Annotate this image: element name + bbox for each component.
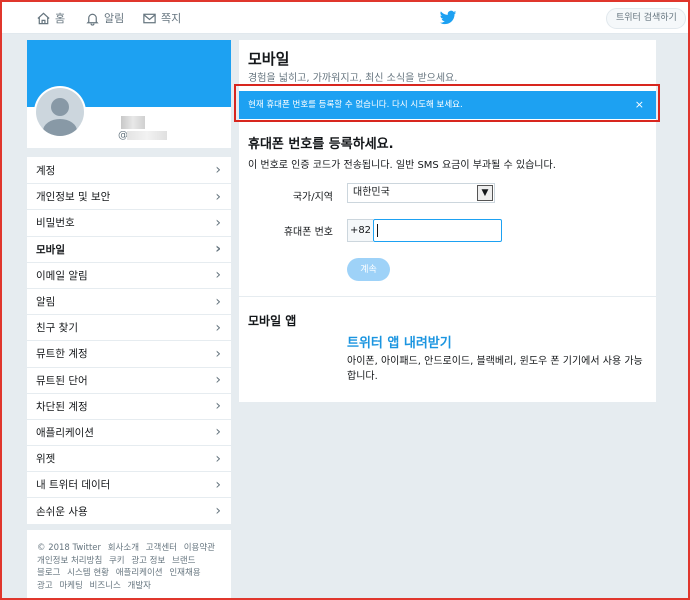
sidebar-item-email-notifications[interactable]: 이메일 알림 ›	[27, 261, 231, 288]
sidebar-item-notifications[interactable]: 알림 ›	[27, 287, 231, 314]
footer-link[interactable]: 시스템 현황	[67, 568, 109, 578]
mobile-settings-panel: 모바일 경험을 넓히고, 가까워지고, 최신 소식을 받으세요. 현재 휴대폰 …	[239, 40, 656, 402]
sidebar-item-label: 모바일	[36, 243, 65, 256]
sidebar-item-password[interactable]: 비밀번호 ›	[27, 209, 231, 235]
nav-home[interactable]: 홈	[36, 9, 65, 27]
home-icon	[37, 12, 50, 24]
sidebar-item-applications[interactable]: 애플리케이션 ›	[27, 418, 231, 445]
nav-messages-label: 쪽지	[161, 12, 182, 25]
top-navigation: 홈 알림 쪽지 트위터 검색하기	[2, 2, 688, 34]
sidebar-item-label: 이메일 알림	[36, 269, 88, 282]
bell-icon	[86, 13, 99, 26]
footer-link[interactable]: 개발자	[128, 581, 151, 591]
sidebar-item-muted-accounts[interactable]: 뮤트한 계정 ›	[27, 340, 231, 366]
twitter-bird-icon[interactable]	[439, 10, 457, 26]
chevron-right-icon: ›	[215, 398, 221, 415]
redacted-display-name	[121, 116, 145, 129]
download-app-link[interactable]: 트위터 앱 내려받기	[347, 332, 452, 351]
chevron-right-icon: ›	[215, 214, 221, 231]
sidebar-item-label: 뮤트된 단어	[36, 374, 88, 387]
chevron-down-icon: ▼	[477, 185, 493, 201]
footer-link[interactable]: 회사소개	[108, 543, 139, 553]
sidebar-item-account[interactable]: 계정 ›	[27, 157, 231, 183]
chevron-right-icon: ›	[215, 319, 221, 336]
chevron-right-icon: ›	[215, 345, 221, 362]
page-subtitle: 경험을 넓히고, 가까워지고, 최신 소식을 받으세요.	[248, 73, 458, 84]
sidebar-item-find-friends[interactable]: 친구 찾기 ›	[27, 314, 231, 340]
alert-message: 현재 휴대폰 번호를 등록할 수 없습니다. 다시 시도해 보세요.	[248, 100, 463, 110]
sidebar-item-label: 내 트위터 데이터	[36, 479, 111, 492]
sidebar-item-your-data[interactable]: 내 트위터 데이터 ›	[27, 471, 231, 497]
nav-home-label: 홈	[55, 12, 66, 25]
footer-link[interactable]: 쿠키	[109, 556, 125, 566]
sidebar-item-label: 계정	[36, 164, 56, 177]
sidebar-item-muted-words[interactable]: 뮤트된 단어 ›	[27, 366, 231, 393]
country-label: 국가/지역	[292, 192, 333, 203]
section-title: 휴대폰 번호를 등록하세요.	[248, 137, 394, 152]
footer-link[interactable]: 고객센터	[146, 543, 177, 553]
footer-link[interactable]: 블로그	[37, 568, 60, 578]
chevron-right-icon: ›	[215, 162, 221, 179]
sidebar-item-label: 뮤트한 계정	[36, 348, 88, 361]
footer-link[interactable]: 광고 정보	[131, 556, 165, 566]
chevron-right-icon: ›	[215, 293, 221, 310]
app-description: 아이폰, 아이패드, 안드로이드, 블랙베리, 윈도우 폰 기기에서 사용 가능…	[347, 356, 643, 382]
phone-label: 휴대폰 번호	[283, 227, 333, 238]
avatar[interactable]	[34, 86, 86, 138]
country-select-value: 대한민국	[353, 187, 390, 198]
chevron-right-icon: ›	[215, 372, 221, 389]
footer-link[interactable]: 광고	[37, 581, 53, 591]
footer-links: © 2018 Twitter 회사소개 고객센터 이용약관 개인정보 처리방침 …	[27, 530, 231, 598]
default-avatar-icon	[36, 88, 84, 136]
sidebar-item-label: 손쉬운 사용	[36, 505, 88, 518]
nav-notifications[interactable]: 알림	[85, 9, 124, 27]
search-input[interactable]: 트위터 검색하기	[606, 8, 686, 29]
chevron-right-icon: ›	[215, 424, 221, 441]
continue-button[interactable]: 계속	[347, 258, 390, 281]
footer-copyright: © 2018 Twitter	[37, 543, 102, 553]
chevron-right-icon: ›	[215, 450, 221, 467]
error-alert-banner: 현재 휴대폰 번호를 등록할 수 없습니다. 다시 시도해 보세요. ×	[239, 91, 656, 119]
sidebar-item-label: 위젯	[36, 453, 56, 466]
section-divider	[239, 296, 656, 297]
sidebar-item-label: 차단된 계정	[36, 400, 88, 413]
sidebar-item-label: 친구 찾기	[36, 322, 78, 335]
redacted-username	[127, 131, 167, 140]
nav-notifications-label: 알림	[104, 12, 125, 25]
sidebar-item-label: 알림	[36, 296, 56, 309]
sidebar-item-accessibility[interactable]: 손쉬운 사용 ›	[27, 497, 231, 523]
sidebar-item-label: 개인정보 및 보안	[36, 191, 111, 204]
sidebar-item-label: 비밀번호	[36, 217, 75, 230]
country-code-prefix: +82	[347, 219, 373, 242]
chevron-right-icon: ›	[215, 267, 221, 284]
footer-link[interactable]: 인재채용	[169, 568, 200, 578]
mobile-app-section-title: 모바일 앱	[248, 314, 297, 328]
profile-card[interactable]: @	[27, 40, 231, 148]
footer-link[interactable]: 애플리케이션	[116, 568, 163, 578]
envelope-icon	[143, 13, 156, 23]
settings-sidebar: 계정 › 개인정보 및 보안 › 비밀번호 › 모바일 › 이메일 알림 › 알림 › 친구…	[27, 157, 231, 524]
country-select[interactable]: 대한민국 ▼	[347, 183, 495, 203]
sidebar-item-label: 애플리케이션	[36, 426, 94, 439]
footer-link[interactable]: 이용약관	[184, 543, 215, 553]
chevron-right-icon: ›	[215, 503, 221, 520]
chevron-right-icon: ›	[215, 476, 221, 493]
footer-link[interactable]: 비즈니스	[90, 581, 121, 591]
sidebar-item-mobile[interactable]: 모바일 ›	[27, 235, 231, 262]
sidebar-item-blocked-accounts[interactable]: 차단된 계정 ›	[27, 392, 231, 419]
sidebar-item-privacy[interactable]: 개인정보 및 보안 ›	[27, 183, 231, 209]
nav-messages[interactable]: 쪽지	[142, 9, 181, 27]
phone-number-input[interactable]	[373, 219, 502, 242]
sidebar-item-widgets[interactable]: 위젯 ›	[27, 445, 231, 471]
page-title: 모바일	[248, 50, 290, 68]
chevron-right-icon: ›	[215, 241, 221, 258]
text-cursor	[377, 224, 378, 237]
chevron-right-icon: ›	[215, 188, 221, 205]
section-description: 이 번호로 인증 코드가 전송됩니다. 일반 SMS 요금이 부과될 수 있습니…	[248, 160, 556, 171]
footer-link[interactable]: 브랜드	[172, 556, 195, 566]
close-icon[interactable]: ×	[635, 91, 644, 119]
footer-link[interactable]: 마케팅	[59, 581, 82, 591]
footer-link[interactable]: 개인정보 처리방침	[37, 556, 102, 566]
